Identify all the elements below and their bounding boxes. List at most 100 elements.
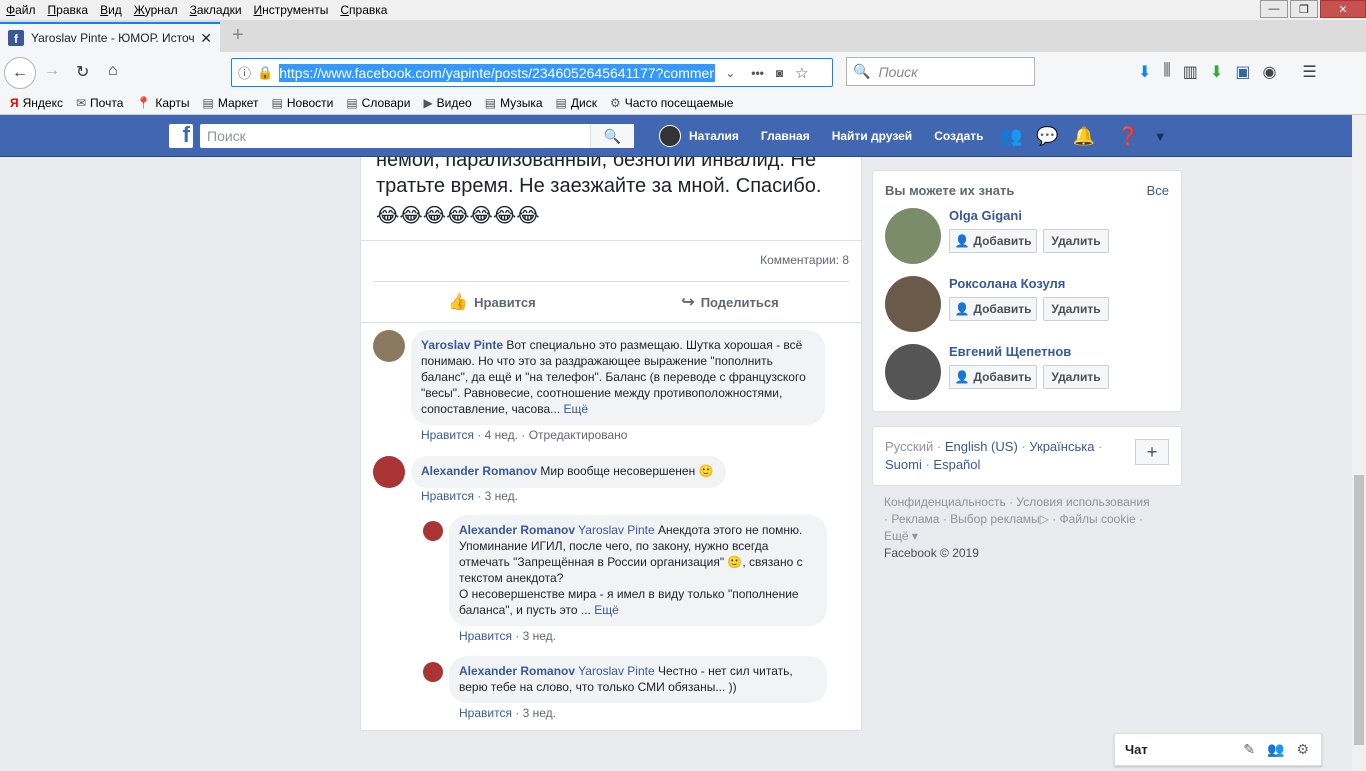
comments-count[interactable]: Комментарии: 8 bbox=[760, 253, 849, 267]
comment-time[interactable]: 3 нед. bbox=[485, 489, 518, 503]
find-friends-link[interactable]: Найти друзей bbox=[821, 115, 923, 157]
avatar[interactable] bbox=[373, 456, 405, 488]
chat-bar[interactable]: Чат ✎ 👥 ⚙ bbox=[1114, 733, 1322, 766]
profile-link[interactable]: Наталия bbox=[648, 115, 750, 157]
save-icon[interactable]: ▣ bbox=[1235, 62, 1250, 82]
library-icon[interactable]: ⫼ bbox=[1163, 62, 1170, 82]
extension-download-icon[interactable]: ⬇ bbox=[1210, 62, 1223, 82]
person-name[interactable]: Евгений Щепетнов bbox=[949, 344, 1071, 359]
comment-author[interactable]: Alexander Romanov bbox=[459, 523, 575, 537]
ads-link[interactable]: Реклама bbox=[891, 512, 939, 526]
create-group-icon[interactable]: 👥 bbox=[1267, 741, 1284, 758]
home-link[interactable]: Главная bbox=[750, 115, 821, 157]
see-more-link[interactable]: Ещё bbox=[563, 402, 588, 416]
messenger-icon[interactable]: 💬 bbox=[1036, 126, 1058, 147]
bookmark-star-icon[interactable]: ☆ bbox=[795, 64, 808, 82]
account-icon[interactable]: ◉ bbox=[1262, 62, 1276, 82]
comment-author[interactable]: Alexander Romanov bbox=[459, 664, 575, 678]
language-link[interactable]: Suomi bbox=[885, 457, 922, 472]
create-link[interactable]: Создать bbox=[923, 115, 994, 157]
menu-view[interactable]: Вид bbox=[94, 3, 128, 17]
menu-edit[interactable]: Правка bbox=[42, 3, 95, 17]
close-window-button[interactable]: ✕ bbox=[1320, 0, 1366, 18]
bookmark-market[interactable]: ▤ Маркет bbox=[203, 96, 259, 110]
browser-tab[interactable]: f Yaroslav Pinte - ЮМОР. Источ ✕ bbox=[0, 22, 220, 52]
bookmark-music[interactable]: ▤ Музыка bbox=[485, 96, 543, 110]
avatar[interactable] bbox=[423, 521, 443, 541]
mention-link[interactable]: Yaroslav Pinte bbox=[578, 664, 654, 678]
back-button[interactable]: ← bbox=[4, 57, 36, 89]
ad-choices-link[interactable]: Выбор рекламы bbox=[950, 512, 1039, 526]
fb-search-input[interactable]: Поиск 🔍 bbox=[200, 124, 634, 148]
person-name[interactable]: Роксолана Козуля bbox=[949, 276, 1065, 291]
more-actions-icon[interactable]: ••• bbox=[751, 66, 764, 80]
avatar[interactable] bbox=[885, 276, 941, 332]
menu-file[interactable]: Файл bbox=[0, 3, 42, 17]
comment-like-link[interactable]: Нравится bbox=[459, 629, 512, 643]
add-friend-button[interactable]: 👤 Добавить bbox=[949, 365, 1037, 389]
terms-link[interactable]: Условия использования bbox=[1016, 495, 1149, 509]
bookmark-news[interactable]: ▤ Новости bbox=[272, 96, 334, 110]
see-more-link[interactable]: Ещё bbox=[594, 603, 619, 617]
comment-time[interactable]: 4 нед. bbox=[485, 428, 518, 442]
friend-requests-icon[interactable]: 👥 bbox=[1000, 126, 1022, 147]
like-button[interactable]: 👍 Нравится bbox=[373, 283, 611, 321]
language-link[interactable]: English (US) bbox=[945, 439, 1018, 454]
comment-time[interactable]: 3 нед. bbox=[523, 706, 556, 720]
comment-author[interactable]: Alexander Romanov bbox=[421, 464, 537, 478]
address-bar[interactable]: ⓘ 🔒 https://www.facebook.com/yapinte/pos… bbox=[231, 58, 833, 87]
bookmark-maps[interactable]: 📍 Карты bbox=[136, 96, 189, 110]
search-field[interactable]: 🔍 Поиск bbox=[846, 57, 1035, 86]
download-icon[interactable]: ⬇ bbox=[1138, 62, 1151, 82]
help-icon[interactable]: ❓ bbox=[1117, 126, 1139, 147]
add-friend-button[interactable]: 👤 Добавить bbox=[949, 229, 1037, 253]
comment-time[interactable]: 3 нед. bbox=[523, 629, 556, 643]
new-tab-icon[interactable]: + bbox=[232, 24, 244, 47]
notifications-bell-icon[interactable]: 🔔 bbox=[1073, 126, 1095, 147]
remove-suggestion-button[interactable]: Удалить bbox=[1043, 297, 1109, 321]
bookmark-yandex[interactable]: Я Яндекс bbox=[10, 96, 63, 110]
add-friend-button[interactable]: 👤 Добавить bbox=[949, 297, 1037, 321]
menu-tools[interactable]: Инструменты bbox=[248, 3, 335, 17]
new-message-icon[interactable]: ✎ bbox=[1243, 741, 1255, 758]
language-link[interactable]: Українська bbox=[1029, 439, 1094, 454]
maximize-button[interactable]: ❐ bbox=[1290, 0, 1318, 18]
more-link[interactable]: Ещё bbox=[884, 529, 909, 543]
bookmark-dictionaries[interactable]: ▤ Словари bbox=[346, 96, 410, 110]
sidebar-icon[interactable]: ▥ bbox=[1183, 62, 1198, 82]
comment-author[interactable]: Yaroslav Pinte bbox=[421, 338, 503, 352]
account-dropdown-icon[interactable]: ▼ bbox=[1154, 129, 1167, 144]
bookmark-disk[interactable]: ▤ Диск bbox=[556, 96, 597, 110]
more-languages-button[interactable]: + bbox=[1135, 439, 1169, 465]
facebook-logo-icon[interactable]: f bbox=[169, 124, 193, 148]
avatar[interactable] bbox=[423, 662, 443, 682]
see-all-link[interactable]: Все bbox=[1147, 183, 1169, 198]
menu-help[interactable]: Справка bbox=[334, 3, 393, 17]
reload-button[interactable]: ↻ bbox=[76, 62, 89, 82]
home-button[interactable]: ⌂ bbox=[108, 62, 118, 80]
comment-like-link[interactable]: Нравится bbox=[421, 428, 474, 442]
page-scrollbar[interactable] bbox=[1352, 115, 1366, 771]
minimize-button[interactable]: — bbox=[1260, 0, 1288, 18]
avatar[interactable] bbox=[885, 344, 941, 400]
pocket-icon[interactable]: ◙ bbox=[776, 66, 783, 80]
forward-button[interactable]: → bbox=[44, 62, 60, 80]
info-icon[interactable]: ⓘ bbox=[238, 63, 251, 82]
url-text[interactable]: https://www.facebook.com/yapinte/posts/2… bbox=[279, 63, 716, 82]
avatar[interactable] bbox=[885, 208, 941, 264]
remove-suggestion-button[interactable]: Удалить bbox=[1043, 229, 1109, 253]
scrollbar-thumb[interactable] bbox=[1354, 475, 1364, 745]
chevron-down-icon[interactable]: ⌄ bbox=[725, 66, 735, 80]
chat-label[interactable]: Чат bbox=[1125, 742, 1243, 757]
privacy-link[interactable]: Конфиденциальность bbox=[884, 495, 1006, 509]
gear-icon[interactable]: ⚙ bbox=[1296, 741, 1309, 758]
menu-history[interactable]: Журнал bbox=[128, 3, 184, 17]
menu-bookmarks[interactable]: Закладки bbox=[184, 3, 248, 17]
person-name[interactable]: Olga Gigani bbox=[949, 208, 1022, 223]
hamburger-menu-icon[interactable]: ☰ bbox=[1302, 62, 1316, 82]
fb-search-button[interactable]: 🔍 bbox=[590, 124, 634, 148]
bookmark-most-visited[interactable]: ⚙ Часто посещаемые bbox=[610, 96, 733, 110]
bookmark-video[interactable]: ▶ Видео bbox=[423, 96, 471, 110]
cookies-link[interactable]: Файлы cookie bbox=[1060, 512, 1136, 526]
comment-like-link[interactable]: Нравится bbox=[459, 706, 512, 720]
